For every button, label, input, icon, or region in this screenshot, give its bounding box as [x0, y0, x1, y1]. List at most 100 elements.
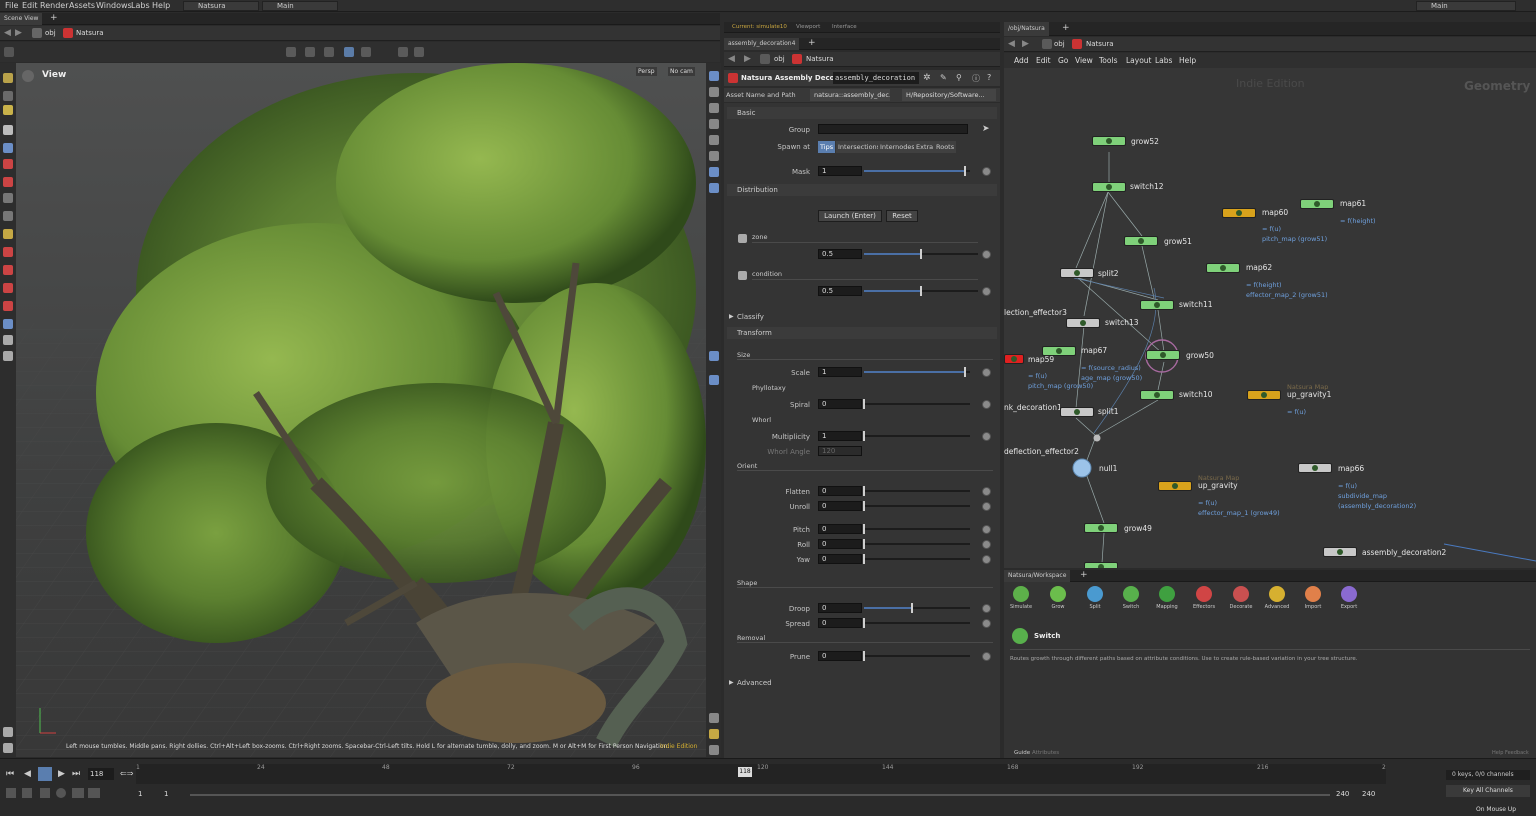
tab-assembly-decoration[interactable]: assembly_decoration4 — [724, 38, 800, 50]
zone-key-icon[interactable] — [982, 250, 991, 259]
slider-knob[interactable] — [863, 431, 865, 441]
first-frame-icon[interactable]: ⏮ — [6, 769, 14, 779]
back-arrow-icon[interactable]: ◀ — [1008, 39, 1015, 49]
slider-knob[interactable] — [863, 554, 865, 564]
launch-button[interactable]: Launch (Enter) — [818, 210, 882, 222]
node-split2[interactable] — [1060, 268, 1094, 278]
context-selector[interactable]: Main — [262, 1, 338, 11]
unroll-slider[interactable] — [863, 501, 970, 511]
realtime-icon[interactable] — [6, 788, 16, 798]
key-icon[interactable] — [72, 788, 84, 798]
group-field[interactable] — [818, 124, 968, 134]
node-grow51[interactable] — [1124, 236, 1158, 246]
tool-icon-1[interactable] — [3, 73, 13, 83]
spawn-intersections-toggle[interactable]: Intersections — [836, 141, 883, 153]
network-editor[interactable]: Indie Edition Geometry grow52 switch12 g… — [1004, 68, 1536, 568]
tool-icon-9[interactable] — [3, 211, 13, 221]
step-back-icon[interactable]: ◀ — [24, 769, 31, 779]
flatten-field[interactable]: 0 — [818, 486, 862, 496]
node-map67[interactable] — [1042, 346, 1076, 356]
node-map61[interactable] — [1300, 199, 1334, 209]
slider-knob[interactable] — [863, 651, 865, 661]
tool-icon-3[interactable] — [3, 105, 13, 115]
menu-windows[interactable]: Windows — [96, 1, 132, 10]
unroll-key-icon[interactable] — [982, 502, 991, 511]
node-grow52[interactable] — [1092, 136, 1126, 146]
frame-ruler[interactable]: 1 24 48 72 96 120 144 168 192 216 2 118 — [136, 764, 1386, 784]
menu-assets[interactable]: Assets — [69, 1, 95, 10]
tool-icon-16[interactable] — [3, 335, 13, 345]
slider-knob[interactable] — [863, 539, 865, 549]
scale-slider[interactable] — [864, 367, 970, 377]
menu-add[interactable]: Add — [1014, 56, 1029, 65]
tool-icon-10[interactable] — [3, 229, 13, 239]
menu-edit[interactable]: Edit — [22, 1, 38, 10]
spread-field[interactable]: 0 — [818, 618, 862, 628]
slider-knob[interactable] — [963, 166, 966, 176]
shelf-mapping[interactable]: Mapping — [1150, 586, 1184, 610]
mask-key-icon[interactable] — [982, 167, 991, 176]
path-obj[interactable]: obj — [45, 29, 56, 37]
slider-knob[interactable] — [863, 486, 865, 496]
yaw-field[interactable]: 0 — [818, 554, 862, 564]
audio-icon[interactable] — [22, 788, 32, 798]
last-frame-icon[interactable]: ⏭ — [72, 769, 80, 779]
path-obj[interactable]: obj — [1054, 40, 1065, 48]
mask-slider[interactable] — [864, 166, 970, 176]
forward-arrow-icon[interactable]: ▶ — [744, 54, 751, 64]
lock-icon[interactable] — [3, 143, 13, 153]
shelf-grow[interactable]: Grow — [1041, 586, 1075, 610]
playhead[interactable]: 118 — [738, 767, 752, 777]
menu-labs[interactable]: Labs — [1155, 56, 1172, 65]
roll-field[interactable]: 0 — [818, 539, 862, 549]
multiplicity-key-icon[interactable] — [982, 432, 991, 441]
shelf-switch[interactable]: Switch — [1114, 586, 1148, 610]
select-icon[interactable] — [286, 47, 296, 57]
spiral-key-icon[interactable] — [982, 400, 991, 409]
path-asset[interactable]: Natsura — [806, 55, 834, 63]
reset-button[interactable]: Reset — [886, 210, 918, 222]
flatten-slider[interactable] — [863, 486, 970, 496]
droop-field[interactable]: 0 — [818, 603, 862, 613]
slider-knob[interactable] — [863, 399, 865, 409]
spawn-extra-toggle[interactable]: Extra — [914, 141, 936, 153]
node-map59[interactable] — [1004, 354, 1024, 364]
tool-icon-6[interactable] — [3, 159, 13, 169]
scale-field[interactable]: 1 — [818, 367, 862, 377]
roll-key-icon[interactable] — [982, 540, 991, 549]
menu-help[interactable]: Help — [1179, 56, 1196, 65]
tab-interface[interactable]: Interface — [832, 24, 857, 30]
prune-key-icon[interactable] — [982, 652, 991, 661]
spread-slider[interactable] — [863, 618, 970, 628]
tab-guide[interactable]: Guide — [1014, 750, 1030, 756]
prune-slider[interactable] — [863, 651, 970, 661]
add-tab-icon[interactable]: + — [50, 13, 58, 23]
menu-view[interactable]: View — [1075, 56, 1093, 65]
yaw-slider[interactable] — [863, 554, 970, 564]
shelf-advanced[interactable]: Advanced — [1260, 586, 1294, 610]
tool-icon-17[interactable] — [3, 351, 13, 361]
slider-knob[interactable] — [920, 286, 922, 296]
pitch-slider[interactable] — [863, 524, 970, 534]
section-distribution[interactable]: Distribution — [727, 184, 997, 196]
menu-labs[interactable]: Labs — [131, 1, 150, 10]
classify-arrow-icon[interactable]: ▶ — [729, 313, 734, 320]
end-frame-field[interactable]: 240 — [1336, 790, 1349, 798]
flatten-key-icon[interactable] — [982, 487, 991, 496]
section-transform[interactable]: Transform — [727, 327, 997, 339]
help-icon[interactable]: ? — [987, 73, 991, 82]
desktop-selector[interactable]: Natsura — [183, 1, 259, 11]
tool-icon-8[interactable] — [3, 193, 13, 203]
display-opt-icon-9[interactable] — [709, 351, 719, 361]
slider-knob[interactable] — [963, 367, 966, 377]
droop-slider[interactable] — [864, 603, 970, 613]
section-advanced[interactable]: Advanced — [737, 679, 772, 687]
range-icon[interactable] — [88, 788, 100, 798]
spiral-field[interactable]: 0 — [818, 399, 862, 409]
node-grow50[interactable] — [1146, 350, 1180, 360]
display-opt-icon-2[interactable] — [709, 87, 719, 97]
grid-icon[interactable] — [4, 47, 14, 57]
section-basic[interactable]: Basic — [727, 107, 997, 119]
display-opt-icon-8[interactable] — [709, 183, 719, 193]
back-arrow-icon[interactable]: ◀ — [728, 54, 735, 64]
